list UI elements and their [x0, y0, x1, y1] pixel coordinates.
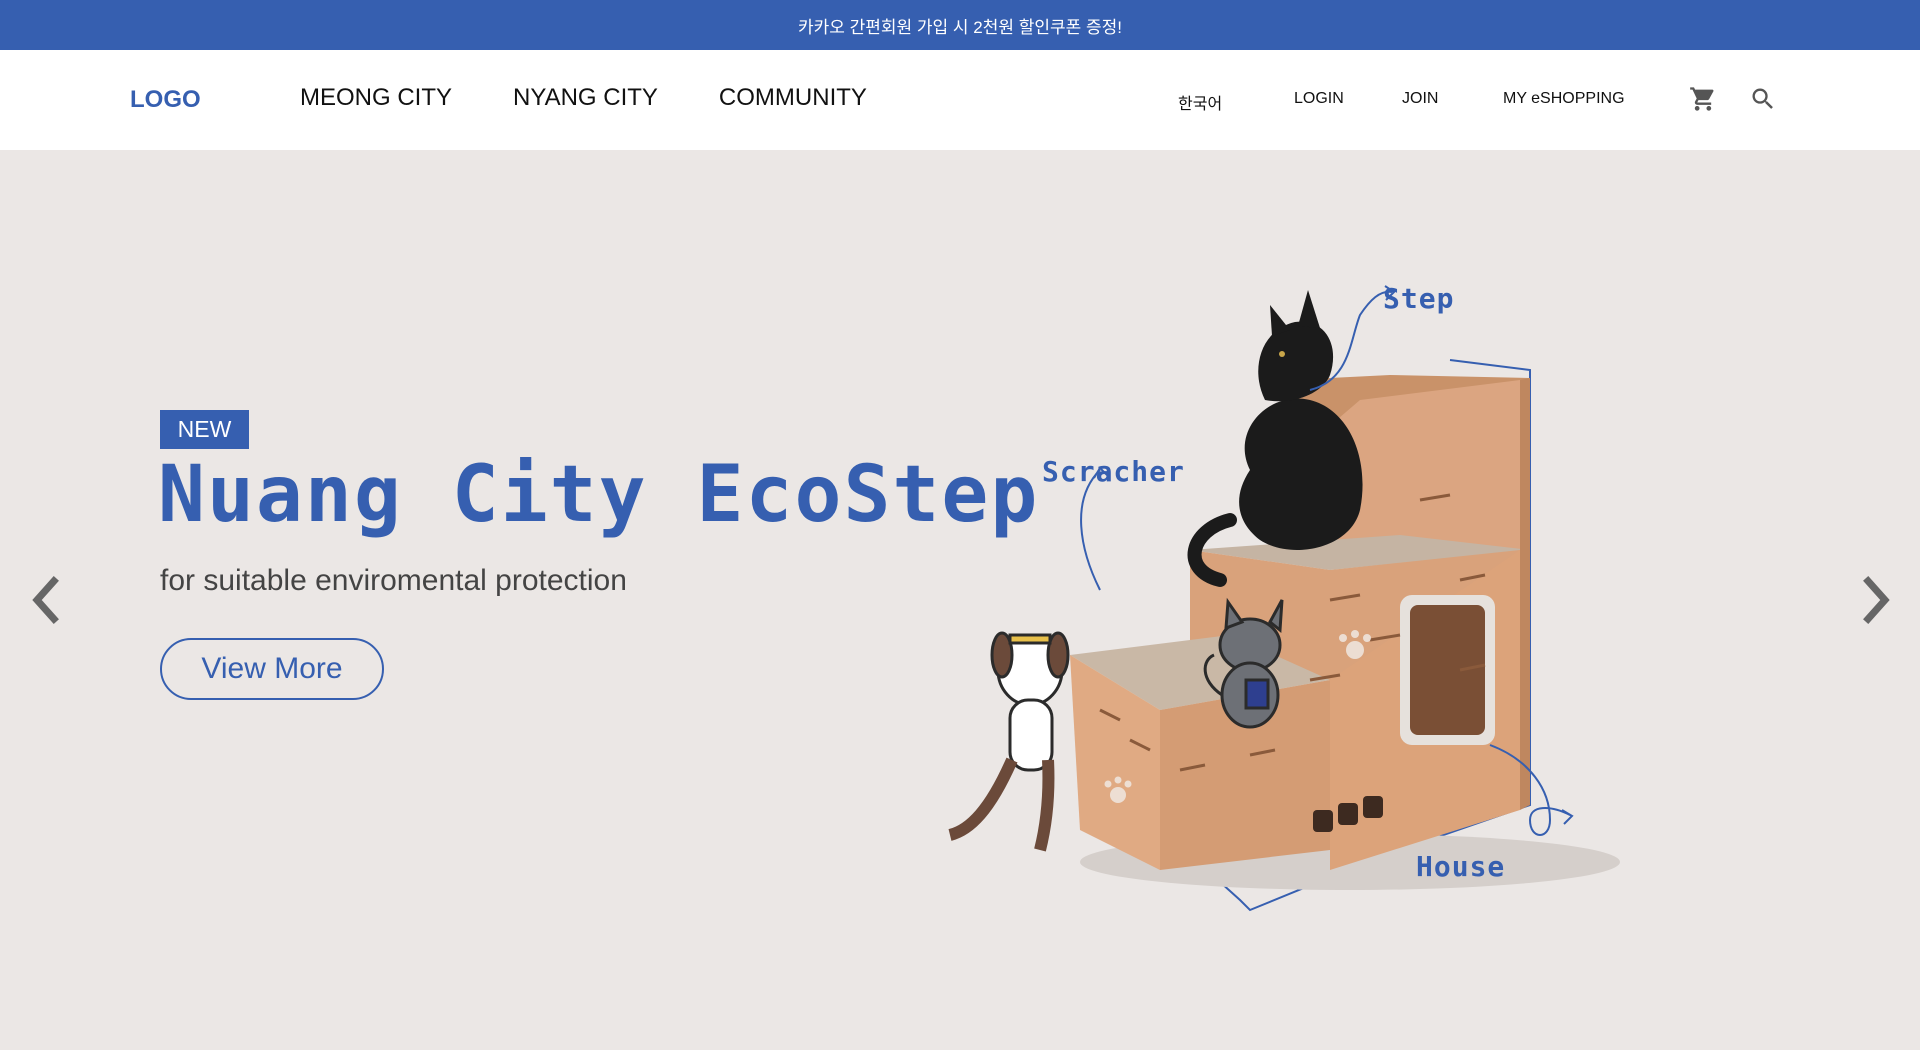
nav-meong-city[interactable]: MEONG CITY [300, 84, 452, 112]
product-illustration: Step Scracher House [930, 250, 1770, 970]
label-scratcher: Scracher [1042, 455, 1185, 488]
logo[interactable]: LOGO [130, 86, 201, 114]
nav-nyang-city[interactable]: NYANG CITY [513, 84, 658, 112]
promo-bar: 카카오 간편회원 가입 시 2천원 할인쿠폰 증정! [0, 0, 1920, 50]
my-shopping-link[interactable]: MY eSHOPPING [1503, 90, 1625, 108]
label-house: House [1416, 850, 1506, 883]
main-nav: MEONG CITY NYANG CITY COMMUNITY [300, 84, 867, 112]
view-more-button[interactable]: View More [160, 638, 384, 700]
chevron-right-icon[interactable] [1852, 570, 1902, 630]
hero-subtitle: for suitable enviromental protection [160, 564, 627, 597]
site-header: LOGO MEONG CITY NYANG CITY COMMUNITY 한국어… [0, 50, 1920, 150]
promo-text: 카카오 간편회원 가입 시 2천원 할인쿠폰 증정! [797, 17, 1123, 37]
chevron-left-icon[interactable] [20, 570, 70, 630]
label-step: Step [1383, 282, 1455, 315]
hero-title: Nuang City EcoStep [158, 450, 1040, 540]
cart-icon[interactable] [1686, 82, 1720, 116]
join-link[interactable]: JOIN [1402, 90, 1438, 108]
cardboard-step-image [948, 285, 1620, 912]
hero-banner: NEW Nuang City EcoStep for suitable envi… [0, 150, 1920, 1050]
language-link[interactable]: 한국어 [1178, 90, 1222, 114]
login-link[interactable]: LOGIN [1294, 90, 1344, 108]
new-badge: NEW [160, 410, 249, 449]
nav-community[interactable]: COMMUNITY [719, 84, 867, 112]
dog-character [948, 631, 1070, 852]
search-icon[interactable] [1746, 82, 1780, 116]
